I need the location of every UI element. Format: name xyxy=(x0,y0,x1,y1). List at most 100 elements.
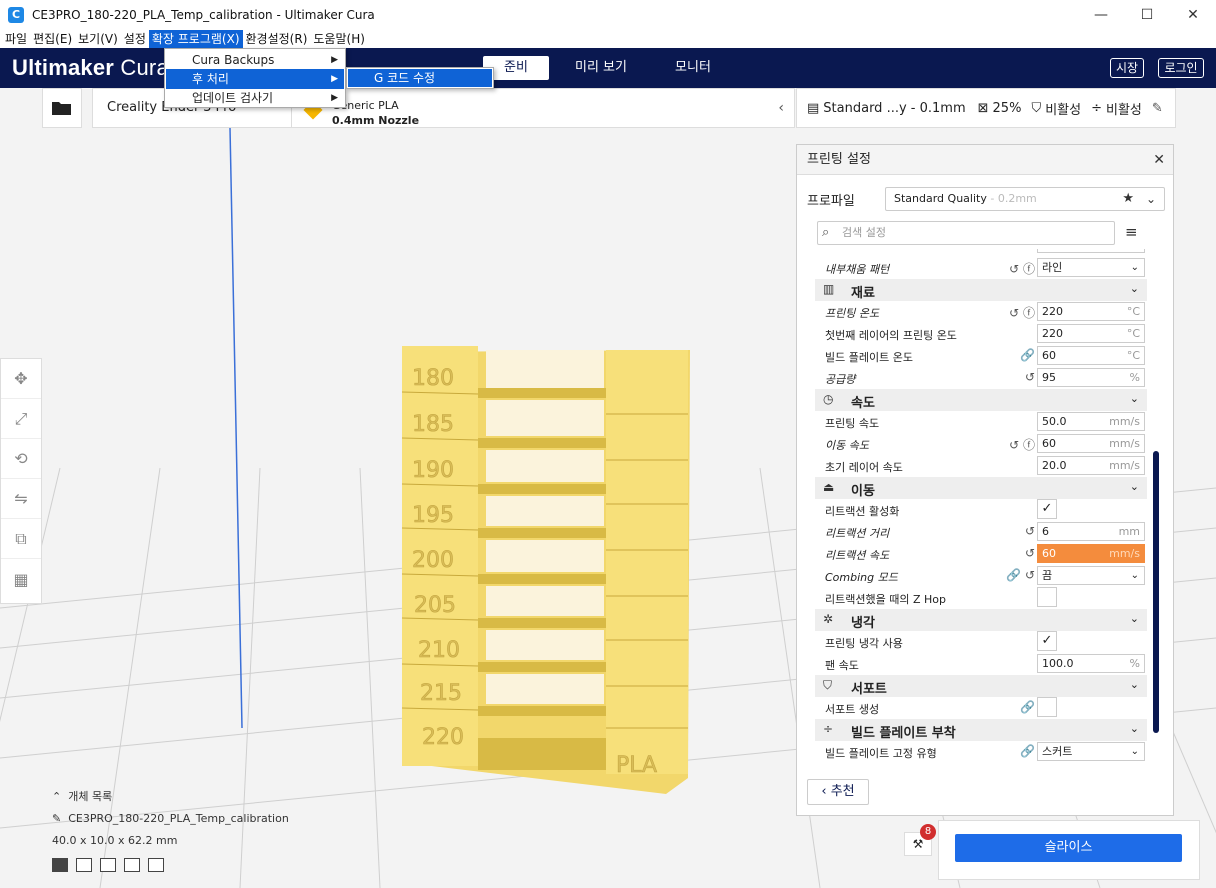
setting-state-icons[interactable]: ↺ ⓕ xyxy=(995,260,1035,277)
close-icon[interactable]: ✕ xyxy=(1153,145,1165,175)
settings-list[interactable]: 내부채움 패턴 ↺ ⓕ 라인 ⌄ ▥ 재료 ⌄ 프린팅 온도 ↺ ⓕ 220 °C 첫번째 레이어의 … xyxy=(815,249,1149,769)
setting-row: 서포트 생성 🔗 xyxy=(815,697,1147,719)
setting-value-field[interactable]: 60 mm/s xyxy=(1037,544,1145,563)
open-file-button[interactable] xyxy=(42,88,82,128)
logo-bold: Ultimaker xyxy=(12,55,115,80)
menu-file[interactable]: 파일 xyxy=(2,30,30,48)
recommend-label: 추천 xyxy=(830,784,855,799)
setting-value-field[interactable]: 95% xyxy=(1037,368,1145,387)
view-front-icon[interactable] xyxy=(76,858,92,872)
adhesion-value: 비활성 xyxy=(1106,102,1142,118)
menu-item-modify-gcode[interactable]: G 코드 수정 xyxy=(348,69,492,87)
setting-label: 공급량 xyxy=(825,373,856,386)
setting-checkbox[interactable] xyxy=(1037,587,1057,607)
mirror-tool-icon[interactable]: ⇋ xyxy=(1,479,41,519)
setting-value-field[interactable]: 20.0 mm/s xyxy=(1037,456,1145,475)
setting-value-field[interactable]: 100.0% xyxy=(1037,654,1145,673)
setting-value: 220 xyxy=(1042,327,1063,340)
category-header[interactable]: ÷ 빌드 플레이트 부착 ⌄ xyxy=(815,719,1147,741)
chevron-left-icon[interactable]: ‹ xyxy=(778,100,784,116)
setting-state-icons[interactable]: ↺ xyxy=(995,546,1035,560)
pencil-icon[interactable]: ✎ xyxy=(52,812,61,825)
setting-value-field[interactable] xyxy=(1037,249,1145,253)
setting-row: 빌드 플레이트 고정 유형 🔗 스커트 ⌄ xyxy=(815,741,1147,763)
setting-select[interactable]: 스커트 ⌄ xyxy=(1037,742,1145,761)
setting-state-icons[interactable]: 🔗 xyxy=(995,744,1035,758)
setting-row: 리트랙션 활성화 ✓ xyxy=(815,499,1147,521)
settings-visibility-menu-icon[interactable]: ≡ xyxy=(1125,223,1138,241)
profile-select[interactable]: Standard Quality - 0.2mm ★ ⌄ xyxy=(885,187,1165,211)
menu-item-update-checker[interactable]: 업데이트 검사기 ▶ xyxy=(166,88,344,108)
window-title: CE3PRO_180-220_PLA_Temp_calibration - Ul… xyxy=(32,8,375,22)
setting-value-field[interactable]: 50.0 mm/s xyxy=(1037,412,1145,431)
slice-button[interactable]: 슬라이스 xyxy=(955,834,1182,862)
category-label: 이동 xyxy=(851,484,875,499)
setting-state-icons[interactable]: ↺ ⓕ xyxy=(995,436,1035,453)
settings-scrollbar[interactable] xyxy=(1153,451,1159,733)
view-3d-icon[interactable] xyxy=(52,858,68,872)
setting-state-icons[interactable]: 🔗 xyxy=(995,348,1035,362)
infill-value: 25% xyxy=(992,100,1022,116)
object-list-toggle[interactable]: ⌃ 개체 목록 xyxy=(52,788,112,804)
support-blocker-icon[interactable]: ▦ xyxy=(1,559,41,599)
menu-item-cura-backups[interactable]: Cura Backups ▶ xyxy=(166,50,344,70)
menu-help[interactable]: 도움말(H) xyxy=(310,30,368,48)
marketplace-button[interactable]: 시장 xyxy=(1110,58,1144,78)
setting-state-icons[interactable]: ↺ ⓕ xyxy=(995,304,1035,321)
setting-row: 빌드 플레이트 온도 🔗 60 °C xyxy=(815,345,1147,367)
material-selector[interactable]: Generic PLA 0.4mm Nozzle ‹ xyxy=(291,88,795,128)
print-settings-panel: 프린팅 설정 ✕ 프로파일 Standard Quality - 0.2mm ★… xyxy=(796,144,1174,816)
setting-label: 리트랙션 거리 xyxy=(825,527,890,540)
category-header[interactable]: ◷ 속도 ⌄ xyxy=(815,389,1147,411)
chevron-down-icon: ⌄ xyxy=(1130,746,1139,757)
setting-select[interactable]: 라인 ⌄ xyxy=(1037,258,1145,277)
setting-state-icons[interactable]: 🔗 xyxy=(995,700,1035,714)
menu-edit[interactable]: 편집(E) xyxy=(30,30,75,48)
scale-tool-icon[interactable]: ⤢ xyxy=(1,399,41,439)
tab-preview[interactable]: 미리 보기 xyxy=(560,56,642,80)
chevron-left-icon: ‹ xyxy=(821,784,827,799)
search-settings-input[interactable]: ⌕ 검색 설정 xyxy=(817,221,1115,245)
setting-value-field[interactable]: 220 °C xyxy=(1037,324,1145,343)
recommended-mode-button[interactable]: ‹ 추천 xyxy=(807,779,869,805)
close-window-button[interactable]: ✕ xyxy=(1170,0,1216,30)
star-icon[interactable]: ★ xyxy=(1122,188,1134,210)
setting-select[interactable]: 끔 ⌄ xyxy=(1037,566,1145,585)
setting-value-field[interactable]: 6 mm xyxy=(1037,522,1145,541)
category-header[interactable]: ⛉ 서포트 ⌄ xyxy=(815,675,1147,697)
menu-settings[interactable]: 설정 xyxy=(121,30,149,48)
view-right-icon[interactable] xyxy=(148,858,164,872)
setting-value-field[interactable]: 60 mm/s xyxy=(1037,434,1145,453)
setting-value: 220 xyxy=(1042,305,1063,318)
setting-checkbox[interactable]: ✓ xyxy=(1037,631,1057,651)
menu-extensions[interactable]: 확장 프로그램(X) xyxy=(148,30,243,48)
setting-value-field[interactable]: 220 °C xyxy=(1037,302,1145,321)
setting-row: 프린팅 냉각 사용 ✓ xyxy=(815,631,1147,653)
category-label: 서포트 xyxy=(851,682,887,697)
pencil-icon[interactable]: ✎ xyxy=(1152,101,1163,116)
setting-checkbox[interactable]: ✓ xyxy=(1037,499,1057,519)
rotate-tool-icon[interactable]: ⟲ xyxy=(1,439,41,479)
maximize-button[interactable]: ☐ xyxy=(1124,0,1170,30)
menu-item-post-processing[interactable]: 후 처리 ▶ xyxy=(166,69,344,89)
category-header[interactable]: ✲ 냉각 ⌄ xyxy=(815,609,1147,631)
menu-view[interactable]: 보기(V) xyxy=(75,30,121,48)
per-model-settings-icon[interactable]: ⧉ xyxy=(1,519,41,559)
view-top-icon[interactable] xyxy=(100,858,116,872)
tab-monitor[interactable]: 모니터 xyxy=(660,56,726,80)
setting-state-icons[interactable]: 🔗 ↺ xyxy=(995,568,1035,582)
chevron-down-icon: ⌄ xyxy=(1129,678,1139,691)
setting-state-icons[interactable]: ↺ xyxy=(995,370,1035,384)
category-header[interactable]: ⏏ 이동 ⌄ xyxy=(815,477,1147,499)
print-setup-summary[interactable]: ▤ Standard ...y - 0.1mm ⊠ 25% ⛉ 비활성 ÷ 비활… xyxy=(796,88,1176,128)
setting-value-field[interactable]: 60 °C xyxy=(1037,346,1145,365)
move-tool-icon[interactable]: ✥ xyxy=(1,359,41,399)
minimize-button[interactable]: — xyxy=(1078,0,1124,30)
setting-state-icons[interactable]: ↺ xyxy=(995,524,1035,538)
login-button[interactable]: 로그인 xyxy=(1158,58,1204,78)
submenu-arrow-icon: ▶ xyxy=(331,55,338,65)
setting-checkbox[interactable] xyxy=(1037,697,1057,717)
category-header[interactable]: ▥ 재료 ⌄ xyxy=(815,279,1147,301)
menu-preferences[interactable]: 환경설정(R) xyxy=(243,30,311,48)
view-left-icon[interactable] xyxy=(124,858,140,872)
